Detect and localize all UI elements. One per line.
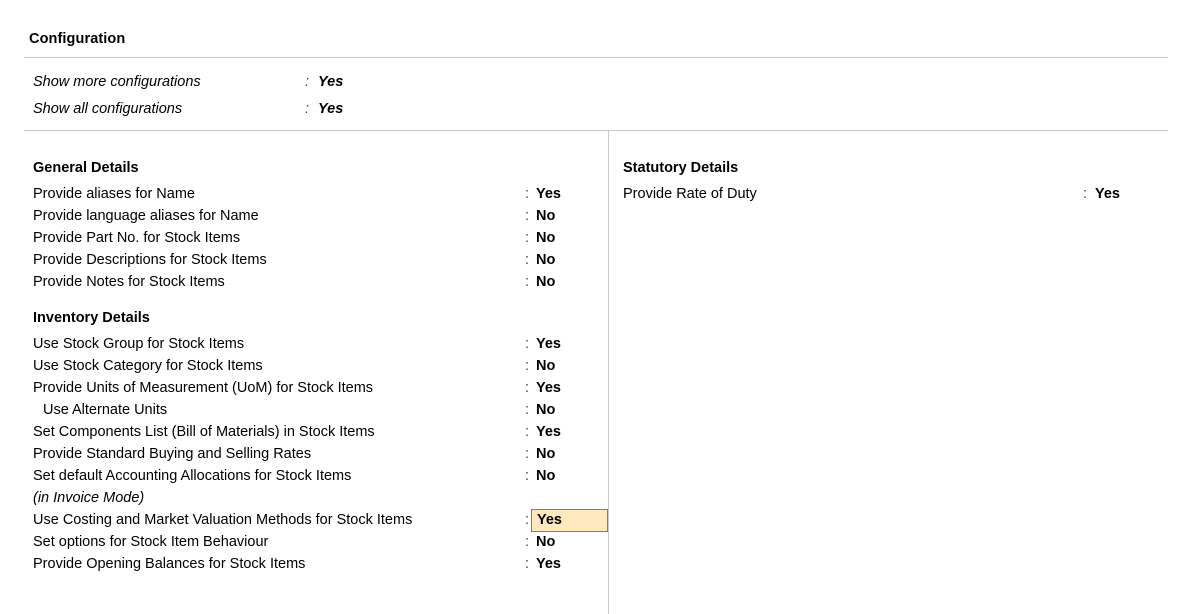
config-row-value[interactable]: No bbox=[536, 402, 555, 418]
config-row-separator: : bbox=[305, 101, 310, 117]
group-title-general-details: General Details bbox=[33, 160, 139, 176]
config-row-provide-opening-balances-for-stock-items[interactable]: Provide Opening Balances for Stock Items… bbox=[0, 556, 608, 578]
right-column: Statutory Details Provide Rate of Duty: Ye… bbox=[608, 160, 1178, 208]
config-row-use-alternate-units[interactable]: Use Alternate Units: No bbox=[0, 402, 608, 424]
config-row-separator: : bbox=[525, 252, 530, 268]
config-row-label: Provide Opening Balances for Stock Items bbox=[33, 556, 306, 572]
config-row-value[interactable]: Yes bbox=[536, 424, 561, 440]
config-row-value[interactable]: Yes bbox=[536, 380, 561, 396]
config-row-value-focused[interactable]: Yes bbox=[531, 509, 608, 532]
config-row-value[interactable]: No bbox=[536, 252, 555, 268]
top-configuration-list: Show more configurations: Yes Show all con… bbox=[0, 74, 600, 128]
config-row-separator: : bbox=[525, 424, 530, 440]
page-title: Configuration bbox=[29, 31, 126, 47]
config-row-value[interactable]: Yes bbox=[536, 186, 561, 202]
left-column: General Details Provide aliases for Name:… bbox=[0, 160, 608, 578]
config-row-value[interactable]: Yes bbox=[1095, 186, 1120, 202]
config-row-value[interactable]: Yes bbox=[536, 336, 561, 352]
config-row-separator: : bbox=[525, 512, 530, 528]
config-row-label: Use Alternate Units bbox=[43, 402, 168, 418]
config-row-separator: : bbox=[525, 358, 530, 374]
config-row-separator: : bbox=[305, 74, 310, 90]
config-row-separator: : bbox=[1083, 186, 1088, 202]
config-row-separator: : bbox=[525, 336, 530, 352]
config-row-set-components-list-bill-of-materials-in-stock-items[interactable]: Set Components List (Bill of Materials) … bbox=[0, 424, 608, 446]
config-row-separator: : bbox=[525, 468, 530, 484]
config-row-provide-units-of-measurement-uom-for-stock-items[interactable]: Provide Units of Measurement (UoM) for S… bbox=[0, 380, 608, 402]
config-row-label: Use Costing and Market Valuation Methods… bbox=[33, 512, 413, 528]
config-row-show-more-configurations[interactable]: Show more configurations: Yes bbox=[0, 74, 600, 101]
config-row-show-all-configurations[interactable]: Show all configurations: Yes bbox=[0, 101, 600, 128]
config-row-provide-aliases-for-name[interactable]: Provide aliases for Name: Yes bbox=[0, 186, 608, 208]
config-row-set-options-for-stock-item-behaviour[interactable]: Set options for Stock Item Behaviour: No bbox=[0, 534, 608, 556]
config-row-separator: : bbox=[525, 534, 530, 550]
config-row-value[interactable]: No bbox=[536, 358, 555, 374]
config-row-value[interactable]: Yes bbox=[318, 101, 343, 117]
config-row-value[interactable]: No bbox=[536, 208, 555, 224]
config-row-label: Provide language aliases for Name bbox=[33, 208, 259, 224]
section-divider bbox=[24, 130, 1168, 131]
config-row-provide-descriptions-for-stock-items[interactable]: Provide Descriptions for Stock Items: No bbox=[0, 252, 608, 274]
config-row-provide-rate-of-duty[interactable]: Provide Rate of Duty: Yes bbox=[608, 186, 1178, 208]
config-row-value[interactable]: No bbox=[536, 534, 555, 550]
config-row-separator: : bbox=[525, 274, 530, 290]
config-row-value[interactable]: Yes bbox=[536, 556, 561, 572]
config-row-value[interactable]: Yes bbox=[318, 74, 343, 90]
config-row-value[interactable]: No bbox=[536, 230, 555, 246]
config-row-label: Set options for Stock Item Behaviour bbox=[33, 534, 269, 550]
config-row-separator: : bbox=[525, 556, 530, 572]
config-row-label: Set default Accounting Allocations for S… bbox=[33, 468, 352, 484]
config-row-label: Provide Descriptions for Stock Items bbox=[33, 252, 267, 268]
config-row-use-costing-and-market-valuation-methods-for-stock-items[interactable]: Use Costing and Market Valuation Methods… bbox=[0, 509, 608, 534]
config-row-separator: : bbox=[525, 446, 530, 462]
config-row-value[interactable]: No bbox=[536, 274, 555, 290]
config-row-provide-language-aliases-for-name[interactable]: Provide language aliases for Name: No bbox=[0, 208, 608, 230]
config-row-use-stock-group-for-stock-items[interactable]: Use Stock Group for Stock Items: Yes bbox=[0, 336, 608, 358]
config-row-label: Provide Standard Buying and Selling Rate… bbox=[33, 446, 312, 462]
config-row-label: Use Stock Group for Stock Items bbox=[33, 336, 245, 352]
header-divider bbox=[24, 57, 1168, 58]
config-row-provide-standard-buying-and-selling-rates[interactable]: Provide Standard Buying and Selling Rate… bbox=[0, 446, 608, 468]
config-row-label: Provide Notes for Stock Items bbox=[33, 274, 225, 290]
config-row-label: Use Stock Category for Stock Items bbox=[33, 358, 263, 374]
config-row-label: Show more configurations bbox=[33, 74, 201, 90]
config-row-label: Show all configurations bbox=[33, 101, 183, 117]
config-row-set-default-accounting-allocations-for-stock-items[interactable]: Set default Accounting Allocations for S… bbox=[0, 468, 608, 490]
config-row-label: (in Invoice Mode) bbox=[33, 490, 145, 506]
group-title-inventory-details: Inventory Details bbox=[33, 310, 150, 326]
config-row-separator: : bbox=[525, 402, 530, 418]
config-row-in-invoice-mode: (in Invoice Mode) bbox=[0, 490, 608, 512]
config-row-value[interactable]: No bbox=[536, 446, 555, 462]
config-row-label: Provide aliases for Name bbox=[33, 186, 195, 202]
config-row-provide-notes-for-stock-items[interactable]: Provide Notes for Stock Items: No bbox=[0, 274, 608, 296]
config-row-label: Provide Rate of Duty bbox=[623, 186, 757, 202]
config-row-separator: : bbox=[525, 186, 530, 202]
config-row-separator: : bbox=[525, 380, 530, 396]
config-row-use-stock-category-for-stock-items[interactable]: Use Stock Category for Stock Items: No bbox=[0, 358, 608, 380]
config-row-label: Provide Part No. for Stock Items bbox=[33, 230, 241, 246]
config-row-separator: : bbox=[525, 230, 530, 246]
config-row-value[interactable]: No bbox=[536, 468, 555, 484]
config-row-separator: : bbox=[525, 208, 530, 224]
config-row-label: Set Components List (Bill of Materials) … bbox=[33, 424, 375, 440]
config-row-label: Provide Units of Measurement (UoM) for S… bbox=[33, 380, 374, 396]
group-title-statutory-details: Statutory Details bbox=[623, 160, 739, 176]
config-row-provide-part-no-for-stock-items[interactable]: Provide Part No. for Stock Items: No bbox=[0, 230, 608, 252]
